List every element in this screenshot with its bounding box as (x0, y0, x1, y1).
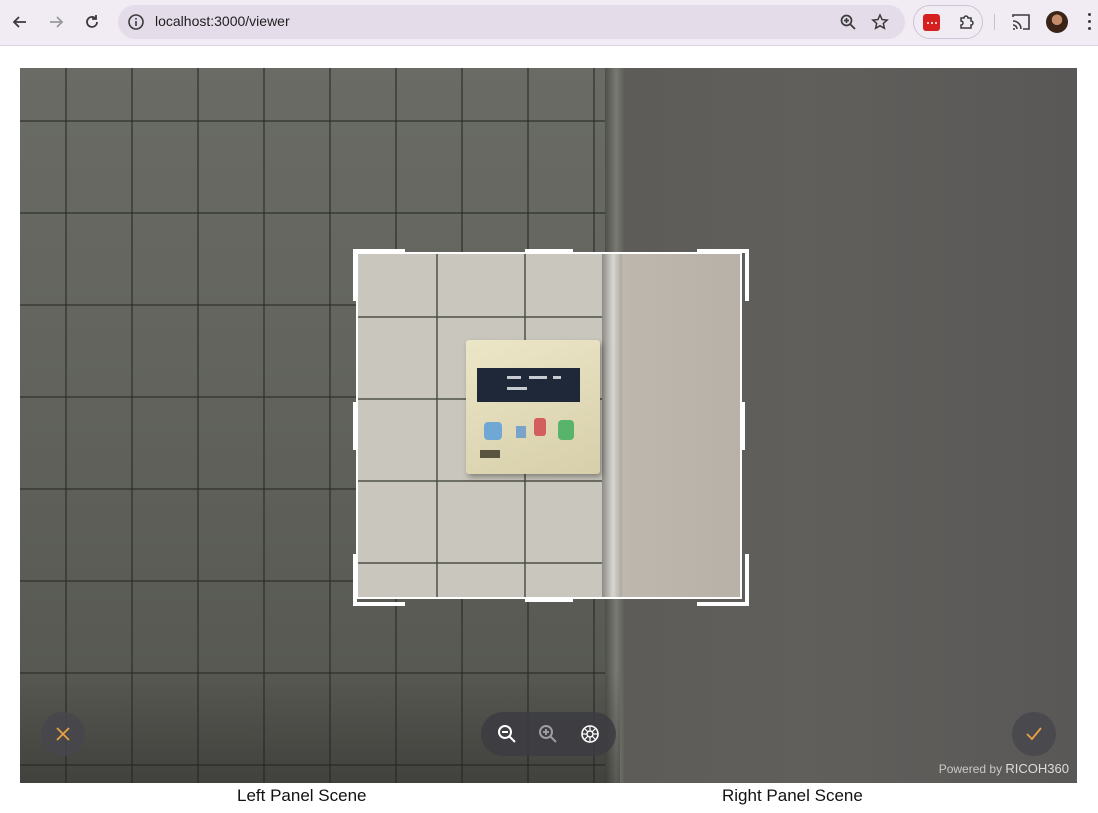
panel-button (534, 418, 546, 436)
panel-display (477, 368, 580, 402)
focus-wall-corner (602, 254, 624, 597)
extension-icon[interactable] (923, 14, 940, 31)
confirm-button[interactable] (1012, 712, 1056, 756)
left-panel-caption: Left Panel Scene (237, 786, 367, 805)
frame-edge-handle[interactable] (525, 598, 573, 602)
zoom-icon[interactable] (839, 13, 857, 31)
frame-corner-handle[interactable] (353, 554, 405, 606)
reload-icon[interactable] (81, 11, 103, 33)
focus-plain-wall (622, 254, 740, 597)
panel-button (484, 422, 502, 440)
check-icon (1026, 727, 1042, 741)
frame-edge-handle[interactable] (741, 402, 745, 450)
panel-button (480, 450, 500, 458)
more-icon[interactable] (1088, 13, 1092, 31)
cast-icon[interactable] (1011, 13, 1031, 36)
zoom-out-icon (498, 725, 516, 743)
toolbar-divider (994, 14, 995, 30)
reset-view-icon (581, 725, 599, 743)
close-icon (56, 727, 70, 741)
frame-corner-handle[interactable] (697, 249, 749, 301)
bookmark-star-icon[interactable] (871, 13, 889, 31)
forward-icon[interactable] (45, 11, 67, 33)
frame-corner-handle[interactable] (353, 249, 405, 301)
water-heater-control-panel (466, 340, 600, 474)
panel-button (516, 426, 526, 438)
frame-corner-handle[interactable] (697, 554, 749, 606)
cancel-button[interactable] (41, 712, 85, 756)
address-bar[interactable]: localhost:3000/viewer (118, 5, 905, 39)
zoom-in-icon (539, 725, 557, 743)
frame-edge-handle[interactable] (353, 402, 357, 450)
url-text: localhost:3000/viewer (155, 13, 290, 29)
zoom-controls (481, 712, 616, 756)
profile-avatar[interactable] (1046, 11, 1068, 33)
powered-by-label: Powered by RICOH360 (939, 761, 1069, 776)
site-info-icon[interactable] (127, 13, 145, 31)
extensions-group (913, 5, 983, 39)
reset-view-button[interactable] (579, 723, 601, 745)
back-icon[interactable] (9, 11, 31, 33)
browser-toolbar: localhost:3000/viewer (0, 0, 1098, 46)
zoom-focus-window[interactable] (356, 252, 742, 599)
zoom-in-button[interactable] (537, 723, 559, 745)
frame-edge-handle[interactable] (525, 249, 573, 253)
puzzle-icon[interactable] (958, 13, 976, 36)
powered-prefix: Powered by (938, 762, 1003, 776)
panorama-viewer[interactable]: Powered by RICOH360 (20, 68, 1077, 783)
panel-button (558, 420, 574, 440)
right-panel-caption: Right Panel Scene (722, 786, 863, 805)
powered-brand: RICOH360 (1005, 761, 1069, 776)
zoom-out-button[interactable] (496, 723, 518, 745)
